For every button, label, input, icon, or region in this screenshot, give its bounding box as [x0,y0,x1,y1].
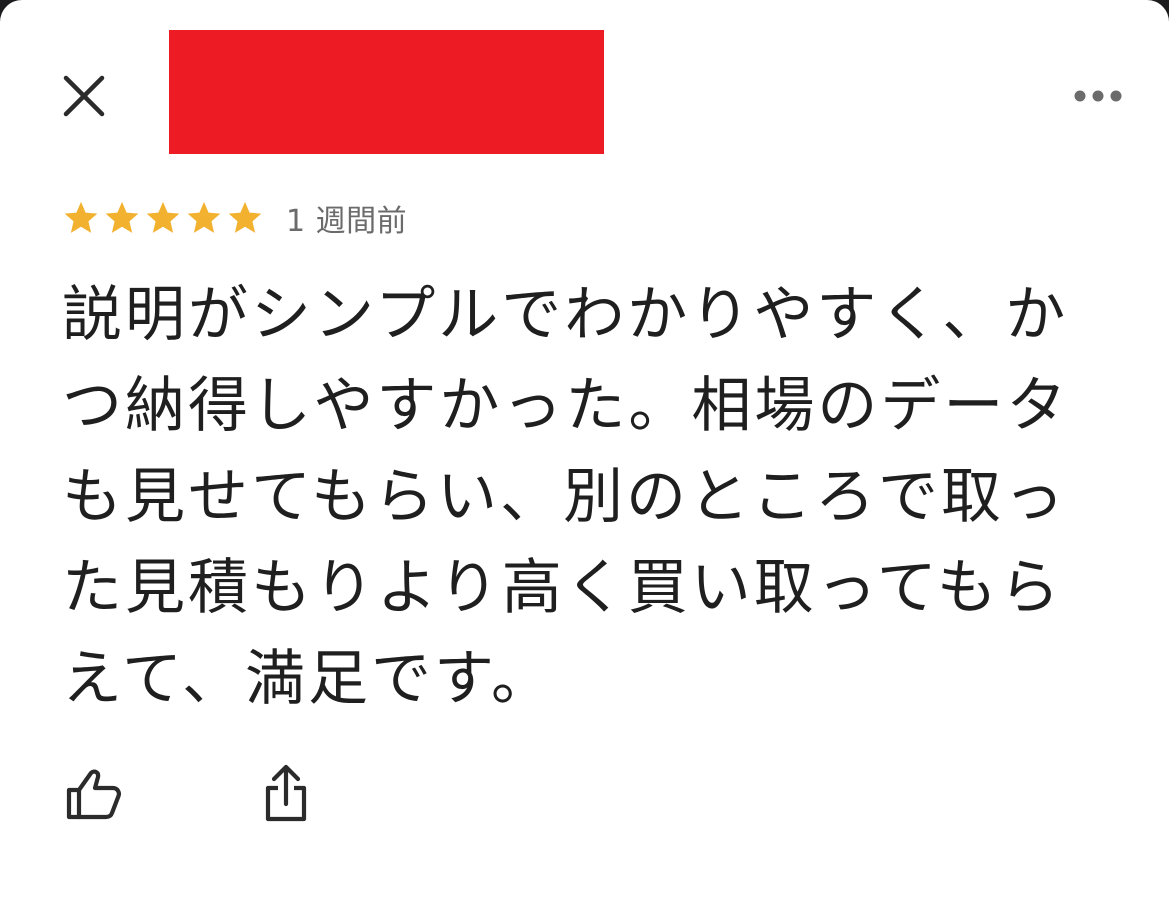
share-icon [265,764,307,822]
rating-row: 1 週間前 [62,196,407,240]
star-rating [62,199,264,237]
close-button[interactable] [56,68,112,124]
share-button[interactable] [254,760,318,826]
star-icon [64,201,98,233]
review-card: 1 週間前 説明がシンプルでわかりやすく、かつ納得しやすかった。相場のデータも見… [0,0,1169,919]
more-horizontal-icon [1074,90,1122,102]
star-icon [228,201,262,233]
more-options-button[interactable] [1070,76,1126,116]
close-icon [63,75,105,117]
like-button[interactable] [60,764,124,824]
review-text: 説明がシンプルでわかりやすく、かつ納得しやすかった。相場のデータも見せてもらい、… [62,280,1070,714]
star-icon [105,201,139,233]
review-time: 1 週間前 [286,204,408,239]
star-icon [146,201,180,233]
star-icon [187,201,221,233]
thumbs-up-icon [66,769,121,820]
redacted-reviewer-name [169,30,604,154]
